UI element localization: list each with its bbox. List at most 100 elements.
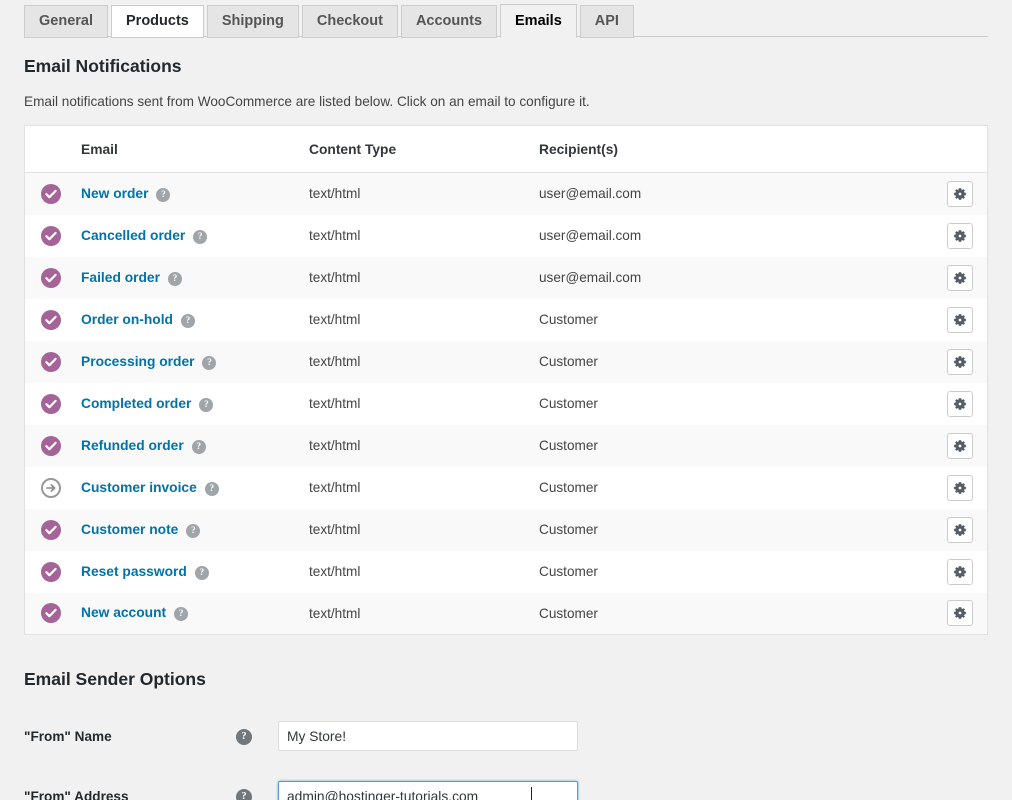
status-enabled-icon[interactable]	[41, 267, 61, 288]
email-notification-row[interactable]: Processing order? text/html Customer	[24, 340, 988, 383]
recipients-cell: Customer	[529, 593, 928, 635]
content-type-value: text/html	[309, 354, 361, 370]
field-input-cell	[278, 766, 988, 800]
help-icon[interactable]: ?	[180, 313, 195, 328]
configure-gear-button[interactable]	[947, 474, 973, 501]
status-enabled-icon[interactable]	[41, 183, 61, 204]
email-link-8[interactable]: Customer note	[81, 522, 178, 537]
email-notification-row[interactable]: Failed order? text/html user@email.com	[24, 256, 988, 299]
configure-gear-button[interactable]	[947, 516, 973, 543]
status-enabled-icon[interactable]	[41, 519, 61, 540]
email-sender-options-title: Email Sender Options	[24, 669, 206, 690]
status-cell	[25, 383, 72, 425]
recipients-cell: Customer	[529, 509, 928, 551]
email-link-9[interactable]: Reset password	[81, 564, 187, 579]
recipients-cell: user@email.com	[529, 173, 928, 215]
email-notification-row[interactable]: Customer note? text/html Customer	[24, 508, 988, 551]
configure-gear-button[interactable]	[947, 432, 973, 459]
tab-general[interactable]: General	[24, 5, 108, 38]
help-icon[interactable]: ?	[186, 523, 201, 538]
content-type-cell: text/html	[299, 215, 529, 257]
field-input-cell	[278, 706, 988, 766]
email-link-1[interactable]: Cancelled order	[81, 228, 185, 243]
help-icon[interactable]: ?	[236, 729, 252, 746]
status-enabled-icon[interactable]	[41, 561, 61, 582]
column-header-content-type[interactable]: Content Type	[299, 125, 529, 174]
email-link-0[interactable]: New order	[81, 186, 148, 201]
configure-gear-button[interactable]	[947, 390, 973, 417]
status-enabled-icon[interactable]	[41, 351, 61, 372]
tab-emails[interactable]: Emails	[500, 4, 577, 38]
email-notification-row[interactable]: Reset password? text/html Customer	[24, 550, 988, 593]
help-icon[interactable]: ?	[199, 397, 214, 412]
tab-shipping[interactable]: Shipping	[206, 5, 299, 38]
action-cell	[928, 593, 988, 635]
configure-gear-button[interactable]	[947, 222, 973, 249]
configure-gear-button[interactable]	[947, 264, 973, 291]
email-link-3[interactable]: Order on-hold	[81, 312, 173, 327]
tab-api[interactable]: API	[579, 5, 634, 38]
email-notification-row[interactable]: Completed order? text/html Customer	[24, 382, 988, 425]
help-icon[interactable]: ?	[167, 271, 182, 286]
status-enabled-icon[interactable]	[41, 435, 61, 456]
help-icon[interactable]: ?	[193, 229, 208, 244]
email-name-cell: Failed order?	[71, 257, 299, 299]
help-icon[interactable]: ?	[191, 439, 206, 454]
field-label: "From" Address	[24, 788, 129, 800]
email-name-cell: Processing order?	[71, 341, 299, 383]
content-type-value: text/html	[309, 564, 361, 580]
help-icon[interactable]: ?	[204, 481, 219, 496]
recipients-cell: user@email.com	[529, 215, 928, 257]
from-name-input[interactable]	[278, 721, 578, 752]
recipients-value: user@email.com	[539, 270, 642, 286]
configure-gear-button[interactable]	[947, 180, 973, 207]
email-notification-row[interactable]: New account? text/html Customer	[24, 592, 988, 635]
status-manual-icon[interactable]	[41, 477, 61, 498]
email-notification-row[interactable]: Order on-hold? text/html Customer	[24, 298, 988, 341]
column-header-recipients[interactable]: Recipient(s)	[529, 125, 928, 174]
email-sender-options-form: "From" Name?"From" Address?	[24, 706, 988, 800]
email-link-6[interactable]: Refunded order	[81, 438, 184, 453]
email-notification-row[interactable]: Cancelled order? text/html user@email.com	[24, 214, 988, 257]
email-name-cell: Completed order?	[71, 383, 299, 425]
email-link-4[interactable]: Processing order	[81, 354, 194, 369]
email-name-cell: Order on-hold?	[71, 299, 299, 341]
content-type-value: text/html	[309, 186, 361, 202]
action-cell	[928, 299, 988, 341]
email-notification-row[interactable]: New order? text/html user@email.com	[24, 172, 988, 215]
configure-gear-button[interactable]	[947, 348, 973, 375]
tab-accounts[interactable]: Accounts	[400, 5, 498, 38]
action-cell	[928, 215, 988, 257]
email-link-2[interactable]: Failed order	[81, 270, 160, 285]
recipients-value: Customer	[539, 522, 598, 538]
content-type-value: text/html	[309, 312, 361, 328]
help-icon[interactable]: ?	[236, 789, 252, 800]
column-header-email[interactable]: Email	[71, 125, 299, 174]
help-icon[interactable]: ?	[174, 607, 189, 622]
field-label: "From" Name	[24, 728, 112, 744]
sender-option-row: "From" Address?	[24, 766, 988, 800]
email-notification-row[interactable]: Refunded order? text/html Customer	[24, 424, 988, 467]
recipients-cell: Customer	[529, 341, 928, 383]
table-header: Email Content Type Recipient(s)	[24, 125, 988, 174]
status-enabled-icon[interactable]	[41, 309, 61, 330]
status-enabled-icon[interactable]	[41, 393, 61, 414]
content-type-value: text/html	[309, 522, 361, 538]
email-notification-row[interactable]: Customer invoice? text/html Customer	[24, 466, 988, 509]
status-enabled-icon[interactable]	[41, 225, 61, 246]
from-address-input[interactable]	[278, 781, 578, 800]
configure-gear-button[interactable]	[947, 600, 973, 627]
status-enabled-icon[interactable]	[41, 603, 61, 624]
tab-products[interactable]: Products	[111, 5, 204, 38]
configure-gear-button[interactable]	[947, 558, 973, 585]
email-link-7[interactable]: Customer invoice	[81, 480, 197, 495]
help-icon[interactable]: ?	[194, 565, 209, 580]
help-icon[interactable]: ?	[202, 355, 217, 370]
help-icon[interactable]: ?	[156, 187, 171, 202]
tab-checkout[interactable]: Checkout	[301, 5, 398, 38]
email-link-10[interactable]: New account	[81, 605, 166, 620]
recipients-value: Customer	[539, 605, 598, 621]
email-link-5[interactable]: Completed order	[81, 396, 191, 411]
recipients-value: Customer	[539, 396, 598, 412]
configure-gear-button[interactable]	[947, 306, 973, 333]
